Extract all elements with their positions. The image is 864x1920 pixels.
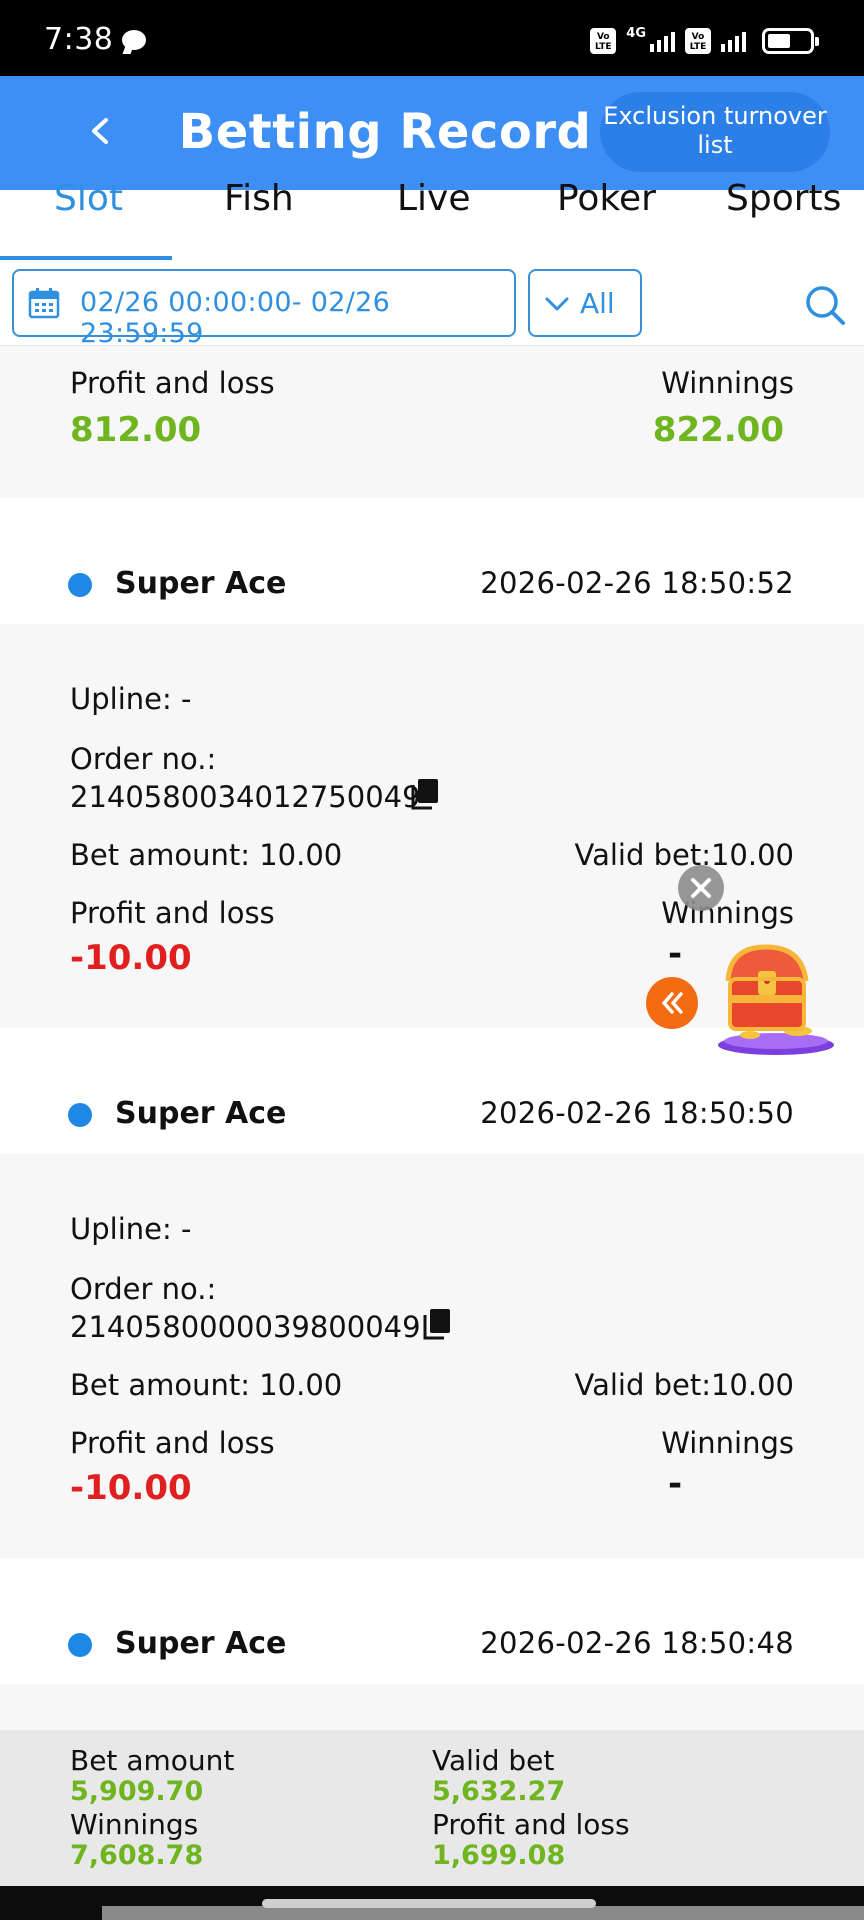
category-tabs: Slot Fish Live Poker Sports bbox=[0, 178, 864, 260]
winnings-label: Winnings bbox=[661, 366, 794, 400]
status-dot-icon bbox=[68, 1633, 92, 1657]
profit-loss-label: Profit and loss bbox=[70, 1426, 275, 1460]
profit-loss-value: 812.00 bbox=[70, 410, 202, 450]
total-winnings-value: 7,608.78 bbox=[70, 1840, 204, 1871]
copy-icon[interactable] bbox=[422, 1308, 452, 1340]
status-icons: Vo LTE 4G Vo LTE bbox=[590, 26, 819, 56]
network-type: 4G bbox=[626, 26, 646, 41]
order-no-value: 2140580000039800049 bbox=[70, 1310, 421, 1344]
upline-label: Upline: - bbox=[70, 682, 192, 716]
app-header: Betting Record Exclusion turnover list bbox=[0, 76, 864, 190]
total-bet-amount-label: Bet amount bbox=[70, 1744, 235, 1777]
profit-loss-label: Profit and loss bbox=[70, 896, 275, 930]
tab-slot[interactable]: Slot bbox=[54, 178, 123, 219]
profit-loss-value: -10.00 bbox=[70, 1468, 192, 1508]
type-select-value: All bbox=[580, 287, 615, 320]
tab-fish[interactable]: Fish bbox=[224, 178, 294, 219]
signal-icon bbox=[650, 30, 675, 52]
game-name: Super Ace bbox=[115, 566, 287, 601]
record-summary: Profit and loss 812.00 Winnings 822.00 bbox=[0, 346, 864, 498]
upline-label: Upline: - bbox=[70, 1212, 192, 1246]
winnings-value: 822.00 bbox=[652, 410, 784, 450]
chat-notification-icon bbox=[122, 30, 146, 50]
copy-icon[interactable] bbox=[410, 778, 440, 810]
record-time: 2026-02-26 18:50:50 bbox=[480, 1096, 794, 1130]
nav-strip bbox=[102, 1906, 864, 1920]
close-icon bbox=[691, 878, 711, 898]
date-range-value: 02/26 00:00:00- 02/26 23:59:59 bbox=[80, 287, 391, 349]
tab-poker[interactable]: Poker bbox=[557, 178, 656, 219]
tab-sports[interactable]: Sports bbox=[726, 178, 841, 219]
record-time: 2026-02-26 18:50:48 bbox=[480, 1626, 794, 1660]
winnings-label: Winnings bbox=[661, 1426, 794, 1460]
winnings-value: - bbox=[668, 1464, 683, 1504]
signal-icon-2 bbox=[721, 30, 746, 52]
type-select[interactable]: All bbox=[528, 269, 642, 337]
home-gesture-handle[interactable] bbox=[262, 1899, 596, 1908]
order-no-label: Order no.: bbox=[70, 1272, 217, 1306]
collapse-promo-button[interactable] bbox=[646, 977, 698, 1029]
total-winnings-label: Winnings bbox=[70, 1808, 199, 1841]
bet-amount: Bet amount: 10.00 bbox=[70, 1368, 343, 1402]
search-icon[interactable] bbox=[804, 284, 846, 326]
chevron-down-icon bbox=[545, 297, 569, 311]
valid-bet: Valid bet:10.00 bbox=[574, 1368, 794, 1402]
record-detail bbox=[0, 1684, 864, 1730]
volte-icon-2: Vo LTE bbox=[685, 28, 711, 54]
profit-loss-value: -10.00 bbox=[70, 938, 192, 978]
bet-amount: Bet amount: 10.00 bbox=[70, 838, 343, 872]
filter-bar: 02/26 00:00:00- 02/26 23:59:59 All bbox=[0, 260, 864, 349]
system-nav-bar bbox=[0, 1886, 864, 1920]
order-no-label: Order no.: bbox=[70, 742, 217, 776]
total-valid-bet-value: 5,632.27 bbox=[432, 1776, 566, 1807]
exclusion-turnover-label: Exclusion turnover list bbox=[603, 102, 827, 159]
record-time: 2026-02-26 18:50:52 bbox=[480, 566, 794, 600]
totals-panel: Bet amount 5,909.70 Winnings 7,608.78 Va… bbox=[0, 1730, 864, 1886]
game-name: Super Ace bbox=[115, 1096, 287, 1131]
volte-icon: Vo LTE bbox=[590, 28, 617, 54]
calendar-icon bbox=[28, 288, 60, 319]
profit-loss-label: Profit and loss bbox=[70, 366, 275, 400]
date-range-picker[interactable]: 02/26 00:00:00- 02/26 23:59:59 bbox=[12, 269, 516, 349]
game-name: Super Ace bbox=[115, 1626, 287, 1661]
status-dot-icon bbox=[68, 573, 92, 597]
order-no-value: 2140580034012750049 bbox=[70, 780, 421, 814]
battery-icon bbox=[762, 28, 819, 54]
total-bet-amount-value: 5,909.70 bbox=[70, 1776, 204, 1807]
close-promo-button[interactable] bbox=[678, 865, 724, 911]
total-profit-loss-value: 1,699.08 bbox=[432, 1840, 566, 1871]
status-dot-icon bbox=[68, 1103, 92, 1127]
record-header[interactable]: Super Ace 2026-02-26 18:50:52 bbox=[0, 498, 864, 624]
treasure-chest-icon[interactable] bbox=[710, 935, 836, 1061]
exclusion-turnover-button[interactable]: Exclusion turnover list bbox=[600, 92, 830, 172]
tab-live[interactable]: Live bbox=[397, 178, 471, 219]
double-chevron-left-icon bbox=[662, 992, 683, 1014]
record-header[interactable]: Super Ace 2026-02-26 18:50:48 bbox=[0, 1558, 864, 1684]
total-profit-loss-label: Profit and loss bbox=[432, 1808, 630, 1841]
total-valid-bet-label: Valid bet bbox=[432, 1744, 555, 1777]
status-bar: 7:38 Vo LTE 4G Vo LTE bbox=[0, 0, 864, 76]
status-time: 7:38 bbox=[44, 22, 114, 57]
record-detail: Upline: - Order no.: 2140580000039800049… bbox=[0, 1154, 864, 1558]
winnings-value: - bbox=[668, 934, 683, 974]
